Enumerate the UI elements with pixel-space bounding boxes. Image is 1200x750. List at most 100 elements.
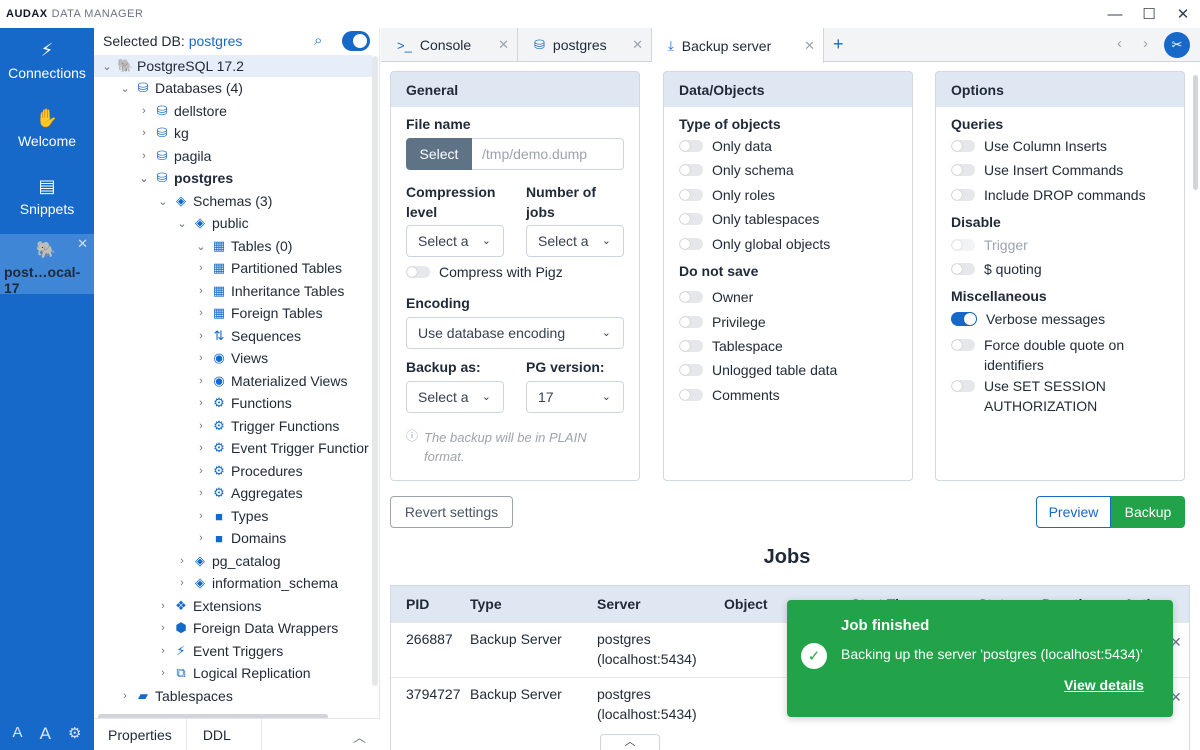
chevron-right-icon[interactable]: ›	[194, 465, 208, 477]
chevron-right-icon[interactable]: ›	[156, 645, 170, 657]
tab-prev-icon[interactable]: ‹	[1117, 35, 1122, 52]
tree-node-information-schema[interactable]: › ◈ information_schema	[175, 572, 338, 594]
toggle-switch[interactable]	[406, 266, 430, 278]
file-name-input[interactable]: /tmp/demo.dump	[472, 138, 624, 170]
compress-pigz-toggle[interactable]: Compress with Pigz	[406, 264, 563, 280]
tree-node-logical-replication[interactable]: › ⧉ Logical Replication	[156, 662, 310, 684]
tree-node-postgres[interactable]: ⌄ ⛁ postgres	[137, 167, 233, 189]
toggle-switch[interactable]	[679, 140, 703, 152]
toggle-switch[interactable]	[679, 164, 703, 176]
maximize-button[interactable]: ☐	[1132, 0, 1166, 28]
compression-level-select[interactable]: Select a ⌄	[406, 225, 504, 257]
force-double-quote-toggle[interactable]: Force double quote on identifiers	[951, 335, 1174, 375]
tree-node-materialized-views[interactable]: › ◉ Materialized Views	[194, 370, 347, 392]
tree-node-extensions[interactable]: › ❖ Extensions	[156, 595, 261, 617]
tree-node-tablespaces[interactable]: › ▰ Tablespaces	[118, 685, 233, 707]
preview-button[interactable]: Preview	[1036, 496, 1111, 528]
insert-commands-toggle[interactable]: Use Insert Commands	[951, 162, 1123, 178]
chevron-right-icon[interactable]: ›	[194, 420, 208, 432]
chevron-right-icon[interactable]: ›	[175, 577, 189, 589]
toggle-switch[interactable]	[679, 238, 703, 250]
tree-node-pg-catalog[interactable]: › ◈ pg_catalog	[175, 550, 280, 572]
chevron-down-icon[interactable]: ⌄	[194, 240, 208, 253]
tab-console[interactable]: >_ Console ✕	[381, 28, 518, 62]
tree-node-foreign-data-wrappers[interactable]: › ⬢ Foreign Data Wrappers	[156, 617, 338, 639]
selected-db-value[interactable]: postgres	[189, 33, 243, 49]
chevron-right-icon[interactable]: ›	[137, 105, 151, 117]
collapse-panel-button[interactable]: ︿	[600, 734, 660, 750]
tree-node-functions[interactable]: › ⚙ Functions	[194, 392, 292, 414]
unlogged-table-data-toggle[interactable]: Unlogged table data	[679, 362, 837, 378]
chevron-right-icon[interactable]: ›	[137, 150, 151, 162]
backup-as-select[interactable]: Select a ⌄	[406, 381, 504, 413]
toggle-switch[interactable]	[679, 291, 703, 303]
backup-button[interactable]: Backup	[1111, 496, 1185, 528]
tree-vertical-scrollbar[interactable]	[372, 56, 378, 686]
tree-node-public[interactable]: ⌄ ◈ public	[175, 212, 248, 234]
rail-welcome[interactable]: ✋ Welcome	[0, 108, 94, 149]
only-data-toggle[interactable]: Only data	[679, 138, 772, 154]
column-server[interactable]: Server	[597, 596, 641, 612]
toggle-switch[interactable]	[951, 339, 975, 351]
chevron-right-icon[interactable]: ›	[194, 262, 208, 274]
tab-next-icon[interactable]: ›	[1143, 35, 1148, 52]
content-vertical-scrollbar[interactable]	[1193, 75, 1198, 190]
tree-node-kg[interactable]: › ⛁ kg	[137, 122, 189, 144]
chevron-down-icon[interactable]: ⌄	[175, 217, 189, 230]
toggle-switch[interactable]	[951, 140, 975, 152]
close-tab-icon[interactable]: ✕	[804, 38, 815, 54]
tree-node-databases[interactable]: ⌄ ⛁ Databases (4)	[118, 77, 243, 99]
toggle-switch[interactable]	[679, 189, 703, 201]
dollar-quoting-toggle[interactable]: $ quoting	[951, 261, 1042, 277]
rail-connections[interactable]: ⚡ Connections	[0, 40, 94, 81]
chevron-right-icon[interactable]: ›	[194, 442, 208, 454]
column-object[interactable]: Object	[724, 596, 768, 612]
font-decrease-icon[interactable]: A	[13, 724, 23, 744]
tab-properties[interactable]: Properties	[94, 719, 187, 750]
tab-ddl[interactable]: DDL	[187, 719, 262, 750]
chevron-right-icon[interactable]: ›	[194, 285, 208, 297]
tree-node-dellstore[interactable]: › ⛁ dellstore	[137, 100, 227, 122]
verbose-messages-toggle[interactable]: Verbose messages	[951, 311, 1105, 327]
column-pid[interactable]: PID	[406, 596, 429, 612]
db-toggle[interactable]	[342, 31, 370, 51]
number-of-jobs-select[interactable]: Select a ⌄	[526, 225, 624, 257]
tree-node-procedures[interactable]: › ⚙ Procedures	[194, 460, 302, 482]
toggle-switch[interactable]	[679, 316, 703, 328]
only-roles-toggle[interactable]: Only roles	[679, 187, 775, 203]
tree-node-aggregates[interactable]: › ⚙ Aggregates	[194, 482, 302, 504]
encoding-select[interactable]: Use database encoding ⌄	[406, 317, 624, 349]
chevron-right-icon[interactable]: ›	[194, 375, 208, 387]
tools-icon[interactable]: ✂	[1164, 32, 1190, 58]
column-type[interactable]: Type	[470, 596, 502, 612]
chevron-right-icon[interactable]: ›	[156, 622, 170, 634]
chevron-right-icon[interactable]: ›	[118, 690, 132, 702]
chevron-right-icon[interactable]: ›	[194, 352, 208, 364]
row-close-icon[interactable]: ✕	[1170, 634, 1182, 651]
tablespace-toggle[interactable]: Tablespace	[679, 338, 783, 354]
only-schema-toggle[interactable]: Only schema	[679, 162, 794, 178]
tree-node-foreign-tables[interactable]: › ▦ Foreign Tables	[194, 302, 322, 324]
drop-commands-toggle[interactable]: Include DROP commands	[951, 187, 1146, 203]
toggle-switch[interactable]	[951, 189, 975, 201]
view-details-link[interactable]: View details	[1064, 677, 1144, 693]
set-session-authorization-toggle[interactable]: Use SET SESSION AUTHORIZATION	[951, 376, 1144, 416]
search-icon[interactable]: ⌕	[314, 32, 322, 49]
chevron-right-icon[interactable]: ›	[194, 397, 208, 409]
close-window-button[interactable]: ✕	[1166, 0, 1200, 28]
toggle-switch[interactable]	[951, 380, 975, 392]
tree-node-event-triggers[interactable]: › ⚡ Event Triggers	[156, 640, 283, 662]
chevron-right-icon[interactable]: ›	[156, 667, 170, 679]
comments-toggle[interactable]: Comments	[679, 387, 780, 403]
toggle-switch[interactable]	[679, 364, 703, 376]
minimize-button[interactable]: —	[1098, 0, 1132, 28]
chevron-down-icon[interactable]: ⌄	[100, 60, 114, 73]
chevron-right-icon[interactable]: ›	[194, 510, 208, 522]
tree-node-views[interactable]: › ◉ Views	[194, 347, 268, 369]
revert-settings-button[interactable]: Revert settings	[390, 496, 513, 528]
tree-node-domains[interactable]: › ■ Domains	[194, 527, 286, 549]
rail-snippets[interactable]: ▤ Snippets	[0, 176, 94, 217]
toggle-switch[interactable]	[951, 312, 977, 326]
chevron-down-icon[interactable]: ⌄	[118, 82, 132, 95]
chevron-right-icon[interactable]: ›	[156, 600, 170, 612]
